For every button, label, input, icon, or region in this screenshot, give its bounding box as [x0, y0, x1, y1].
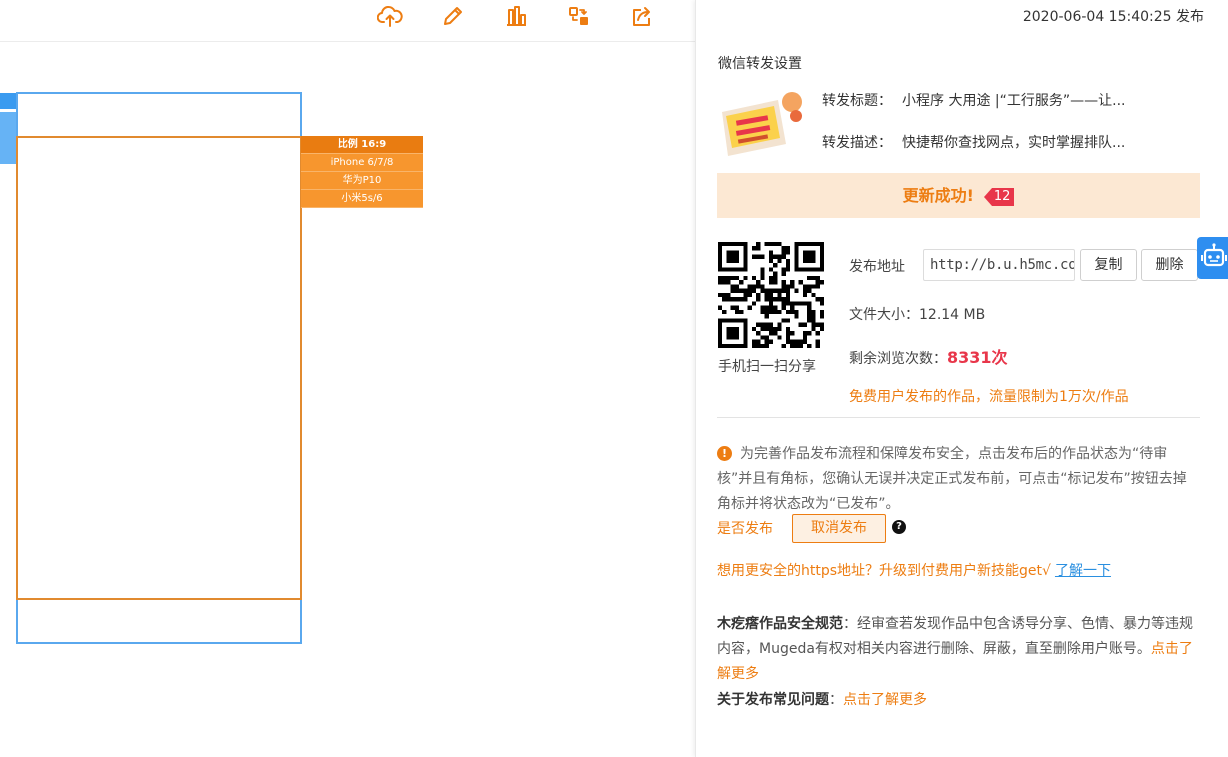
success-banner: 更新成功! 12: [717, 173, 1200, 218]
qr-caption: 手机扫一扫分享: [718, 359, 816, 375]
editor-canvas-area: 比例 16:9 iPhone 6/7/8 华为P10 小米5s/6: [0, 0, 695, 757]
success-count-badge: 12: [984, 188, 1015, 206]
screen-ratio-menu: 比例 16:9 iPhone 6/7/8 华为P10 小米5s/6: [301, 136, 423, 208]
pencil-icon[interactable]: [440, 4, 466, 28]
editor-toolbar: [0, 0, 695, 42]
side-tab-marker[interactable]: [0, 93, 17, 109]
ratio-item-xiaomi[interactable]: 小米5s/6: [301, 190, 423, 208]
share-thumbnail[interactable]: [716, 82, 804, 160]
address-label: 发布地址: [849, 259, 905, 275]
stage-frame-ratio: [16, 136, 302, 600]
remaining-views-value: 8331次: [947, 348, 1008, 367]
help-icon[interactable]: ?: [892, 520, 906, 534]
file-size-row: 文件大小：12.14 MB: [849, 304, 985, 324]
faq-more-link[interactable]: 点击了解更多: [843, 692, 927, 708]
side-tab-panel[interactable]: [0, 112, 17, 164]
share-desc-value[interactable]: 快捷帮你查找网点，实时掌握排队...: [902, 135, 1125, 151]
publish-time: 2020-06-04 15:40:25 发布: [1022, 9, 1204, 25]
publish-url-field[interactable]: http://b.u.h5mc.co: [923, 249, 1075, 281]
export-icon[interactable]: [629, 4, 655, 28]
faq-colon: ：: [829, 692, 843, 708]
publish-panel: 2020-06-04 15:40:25 发布 微信转发设置 转发标题： 小程序 大…: [695, 0, 1228, 757]
ratio-item-iphone[interactable]: iPhone 6/7/8: [301, 154, 423, 172]
remaining-views-row: 剩余浏览次数：8331次: [849, 344, 1008, 368]
share-title-label: 转发标题：: [822, 93, 892, 109]
robot-assistant-icon[interactable]: [1197, 237, 1228, 279]
learn-more-link[interactable]: 了解一下: [1055, 563, 1111, 579]
bar-chart-icon[interactable]: [503, 4, 529, 28]
https-upgrade-line: 想用更安全的https地址？升级到付费用户新技能get√ 了解一下: [717, 560, 1111, 580]
share-desc-row: 转发描述： 快捷帮你查找网点，实时掌握排队...: [822, 132, 1125, 152]
divider: [717, 417, 1200, 418]
ratio-item-huawei[interactable]: 华为P10: [301, 172, 423, 190]
copy-button[interactable]: 复制: [1080, 249, 1137, 281]
qr-code: [718, 242, 824, 348]
wechat-share-title: 微信转发设置: [718, 56, 802, 72]
success-text: 更新成功!: [902, 186, 974, 205]
warning-icon: !: [717, 446, 732, 461]
share-desc-label: 转发描述：: [822, 135, 892, 151]
file-size-label: 文件大小：: [849, 307, 919, 323]
ratio-item-16-9[interactable]: 比例 16:9: [301, 136, 423, 154]
faq-line: 关于发布常见问题：点击了解更多: [717, 689, 927, 709]
cloud-upload-icon[interactable]: [376, 4, 403, 28]
notice-text: 为完善作品发布流程和保障发布安全，点击发布后的作品状态为“待审核”并且有角标，您…: [717, 446, 1187, 512]
remaining-views-label: 剩余浏览次数：: [849, 351, 947, 367]
https-upgrade-text: 想用更安全的https地址？升级到付费用户新技能get√: [717, 563, 1051, 579]
rules-title: 木疙瘩作品安全规范: [717, 616, 843, 632]
cancel-publish-button[interactable]: 取消发布: [792, 514, 886, 543]
share-title-row: 转发标题： 小程序 大用途 |“工行服务”——让...: [822, 90, 1125, 110]
publish-question: 是否发布: [717, 521, 773, 537]
faq-title: 关于发布常见问题: [717, 692, 829, 708]
share-title-value[interactable]: 小程序 大用途 |“工行服务”——让...: [902, 93, 1125, 109]
delete-button[interactable]: 删除: [1141, 249, 1198, 281]
safety-rules: 木疙瘩作品安全规范：经审查若发现作品中包含诱导分享、色情、暴力等违规内容，Mug…: [717, 612, 1193, 687]
traffic-limit-note: 免费用户发布的作品，流量限制为1万次/作品: [849, 389, 1129, 405]
file-size-value: 12.14 MB: [919, 307, 986, 323]
share-transfer-icon[interactable]: [566, 4, 592, 28]
review-notice: ! 为完善作品发布流程和保障发布安全，点击发布后的作品状态为“待审核”并且有角标，…: [717, 442, 1193, 517]
